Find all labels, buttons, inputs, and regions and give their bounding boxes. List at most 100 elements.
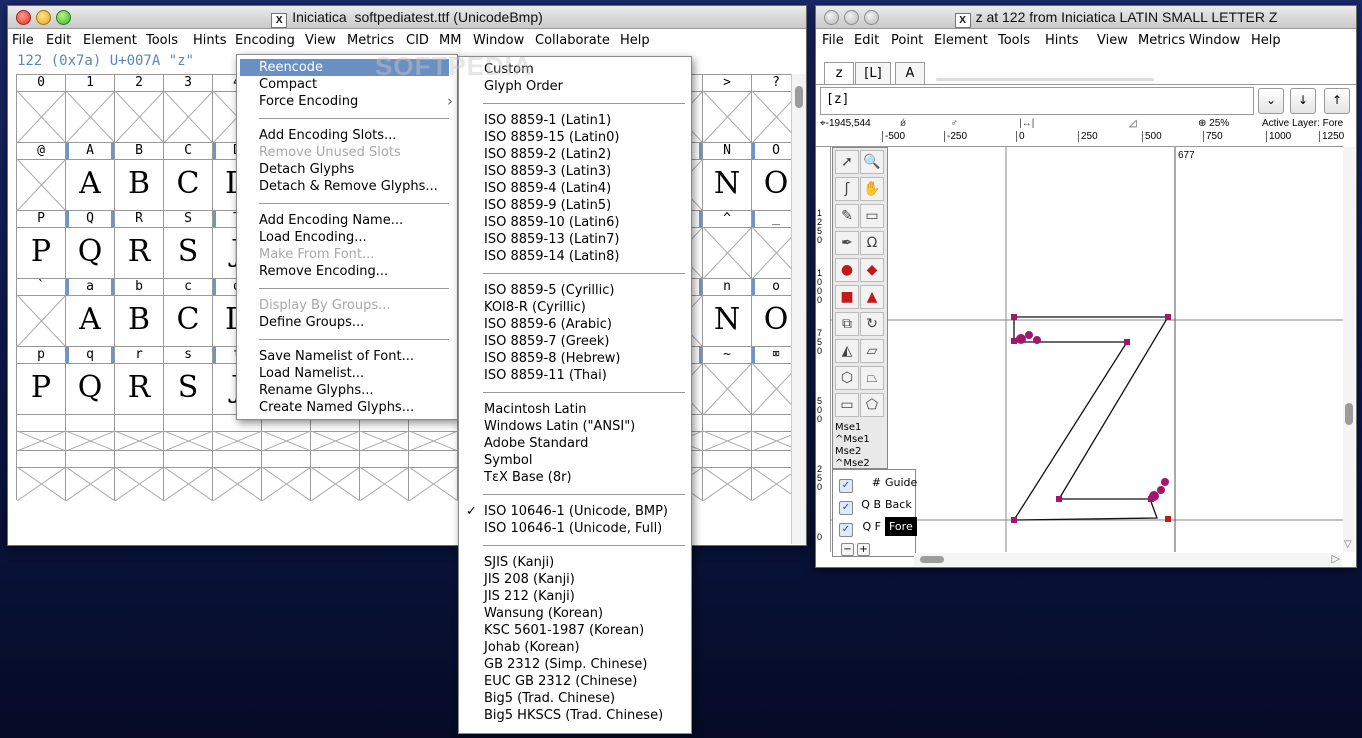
menu-file[interactable]: File: [12, 33, 34, 48]
glyph-cell[interactable]: @: [16, 142, 66, 211]
menu-item-adobe-standard[interactable]: Adobe Standard: [459, 435, 691, 452]
menu-item-load-encoding[interactable]: Load Encoding...: [237, 229, 457, 246]
glyph-cell[interactable]: qQ: [65, 346, 114, 414]
menu-item-iso-8859-14-latin8[interactable]: ISO 8859-14 (Latin8): [459, 248, 691, 265]
menu-item-iso-8859-15-latin0[interactable]: ISO 8859-15 (Latin0): [459, 129, 691, 146]
rotate-tool-icon[interactable]: ↻: [860, 312, 884, 336]
menu-item-add-encoding-slots[interactable]: Add Encoding Slots...: [237, 127, 457, 144]
menu-element[interactable]: Element: [83, 33, 137, 48]
menu-item-iso-8859-5-cyrillic[interactable]: ISO 8859-5 (Cyrillic): [459, 282, 691, 299]
menu-file[interactable]: File: [822, 33, 844, 48]
3d-rotate-tool-icon[interactable]: ⬡: [835, 366, 859, 390]
menu-item-koi8-r-cyrillic[interactable]: KOI8-R (Cyrillic): [459, 299, 691, 316]
glyph-cell[interactable]: [702, 414, 752, 451]
menu-metrics[interactable]: Metrics: [1138, 33, 1185, 48]
prev-glyph-button[interactable]: ↓: [1290, 88, 1316, 114]
menu-collaborate[interactable]: Collaborate: [535, 33, 610, 48]
layer-row-back[interactable]: ✓ Q B Back: [833, 494, 913, 516]
menu-encoding[interactable]: Encoding: [235, 33, 295, 48]
menu-item-iso-8859-8-hebrew[interactable]: ISO 8859-8 (Hebrew): [459, 350, 691, 367]
scroll-right-arrow-icon[interactable]: ▷: [1332, 552, 1340, 565]
minimize-button[interactable]: [844, 10, 859, 25]
menu-mm[interactable]: MM: [439, 33, 461, 48]
menu-item-create-named-glyphs[interactable]: Create Named Glyphs...: [237, 399, 457, 416]
menu-item-gb-2312-simp-chinese[interactable]: GB 2312 (Simp. Chinese): [459, 656, 691, 673]
next-glyph-button[interactable]: ↑: [1324, 88, 1350, 114]
pen-tool-icon[interactable]: ✒: [835, 231, 859, 255]
tab-scrollbar[interactable]: [936, 78, 1154, 81]
menu-item-jis-208-kanji[interactable]: JIS 208 (Kanji): [459, 571, 691, 588]
menu-item-jis-212-kanji[interactable]: JIS 212 (Kanji): [459, 588, 691, 605]
menu-metrics[interactable]: Metrics: [347, 33, 394, 48]
flip-tool-icon[interactable]: ◭: [835, 339, 859, 363]
layer-visible-checkbox[interactable]: ✓: [839, 523, 853, 537]
glyph-cell[interactable]: [702, 450, 752, 501]
menu-cid[interactable]: CID: [406, 33, 429, 48]
menu-item-detach-glyphs[interactable]: Detach Glyphs: [237, 161, 457, 178]
glyph-cell[interactable]: [212, 450, 262, 501]
menu-item-rename-glyphs[interactable]: Rename Glyphs...: [237, 382, 457, 399]
glyph-cell[interactable]: 3: [163, 74, 213, 143]
menu-item-iso-8859-2-latin2[interactable]: ISO 8859-2 (Latin2): [459, 146, 691, 163]
menu-item-load-namelist[interactable]: Load Namelist...: [237, 365, 457, 382]
polygon-tool-icon[interactable]: ⬠: [860, 393, 884, 417]
layer-visible-checkbox[interactable]: ✓: [839, 479, 853, 493]
menu-item-macintosh-latin[interactable]: Macintosh Latin: [459, 401, 691, 418]
menu-window[interactable]: Window: [473, 33, 524, 48]
horizontal-scrollbar[interactable]: ▷: [914, 552, 1342, 566]
glyph-cell[interactable]: >: [702, 74, 752, 143]
menu-item-big5-hkscs-trad-chinese[interactable]: Big5 HKSCS (Trad. Chinese): [459, 707, 691, 724]
corner-point-icon[interactable]: ■: [835, 285, 859, 309]
menu-item-euc-gb-2312-chinese[interactable]: EUC GB 2312 (Chinese): [459, 673, 691, 690]
glyph-cell[interactable]: CC: [163, 142, 212, 210]
menu-item-iso-8859-10-latin6[interactable]: ISO 8859-10 (Latin6): [459, 214, 691, 231]
freehand-tool-icon[interactable]: ʃ: [835, 177, 859, 201]
glyph-cell[interactable]: `: [16, 278, 66, 347]
glyph-cell[interactable]: aA: [65, 278, 114, 346]
menu-item-iso-8859-4-latin4[interactable]: ISO 8859-4 (Latin4): [459, 180, 691, 197]
menu-item-add-encoding-name[interactable]: Add Encoding Name...: [237, 212, 457, 229]
glyph-cell[interactable]: [114, 414, 164, 451]
menu-item-johab-korean[interactable]: Johab (Korean): [459, 639, 691, 656]
glyph-cell[interactable]: 1: [65, 74, 115, 143]
glyph-cell[interactable]: PP: [16, 210, 65, 278]
glyph-cell[interactable]: [359, 450, 409, 501]
skew-tool-icon[interactable]: ▱: [860, 339, 884, 363]
menu-point[interactable]: Point: [891, 33, 923, 48]
glyph-cell[interactable]: [65, 450, 115, 501]
glyph-cell[interactable]: ~: [702, 346, 752, 415]
close-button[interactable]: [824, 10, 839, 25]
menu-view[interactable]: View: [305, 33, 336, 48]
h-scroll-thumb[interactable]: [920, 556, 944, 563]
add-layer-button[interactable]: +: [857, 543, 870, 556]
tangent-point-icon[interactable]: ▲: [860, 285, 884, 309]
menu-item-windows-latin-ansi[interactable]: Windows Latin ("ANSI"): [459, 418, 691, 435]
dropdown-button[interactable]: ⌄: [1258, 88, 1284, 114]
menu-view[interactable]: View: [1097, 33, 1128, 48]
menu-element[interactable]: Element: [934, 33, 988, 48]
glyph-tab-2[interactable]: A: [895, 62, 925, 85]
pointer-tool-icon[interactable]: ➚: [835, 150, 859, 174]
glyph-cell[interactable]: [16, 450, 66, 501]
hand-scroll-tool-icon[interactable]: ✋: [860, 177, 884, 201]
menu-item-iso-8859-3-latin3[interactable]: ISO 8859-3 (Latin3): [459, 163, 691, 180]
menu-item-save-namelist-of-font[interactable]: Save Namelist of Font...: [237, 348, 457, 365]
glyph-cell[interactable]: NN: [702, 142, 751, 210]
menu-help[interactable]: Help: [1251, 33, 1281, 48]
menu-edit[interactable]: Edit: [46, 33, 71, 48]
menu-help[interactable]: Help: [620, 33, 650, 48]
glyph-cell[interactable]: SS: [163, 210, 212, 278]
menu-edit[interactable]: Edit: [854, 33, 879, 48]
menu-item-iso-8859-7-greek[interactable]: ISO 8859-7 (Greek): [459, 333, 691, 350]
menu-item-iso-8859-11-thai[interactable]: ISO 8859-11 (Thai): [459, 367, 691, 384]
menu-item-symbol[interactable]: Symbol: [459, 452, 691, 469]
menu-item-iso-8859-13-latin7[interactable]: ISO 8859-13 (Latin7): [459, 231, 691, 248]
menu-item-iso-8859-1-latin1[interactable]: ISO 8859-1 (Latin1): [459, 112, 691, 129]
glyph-cell[interactable]: sS: [163, 346, 212, 414]
glyph-tab-1[interactable]: [L]: [855, 62, 891, 85]
spiro-tool-icon[interactable]: Ω: [860, 231, 884, 255]
glyph-cell[interactable]: [16, 414, 66, 451]
menu-item-big5-trad-chinese[interactable]: Big5 (Trad. Chinese): [459, 690, 691, 707]
glyph-cell[interactable]: cC: [163, 278, 212, 346]
glyph-cell[interactable]: [114, 450, 164, 501]
